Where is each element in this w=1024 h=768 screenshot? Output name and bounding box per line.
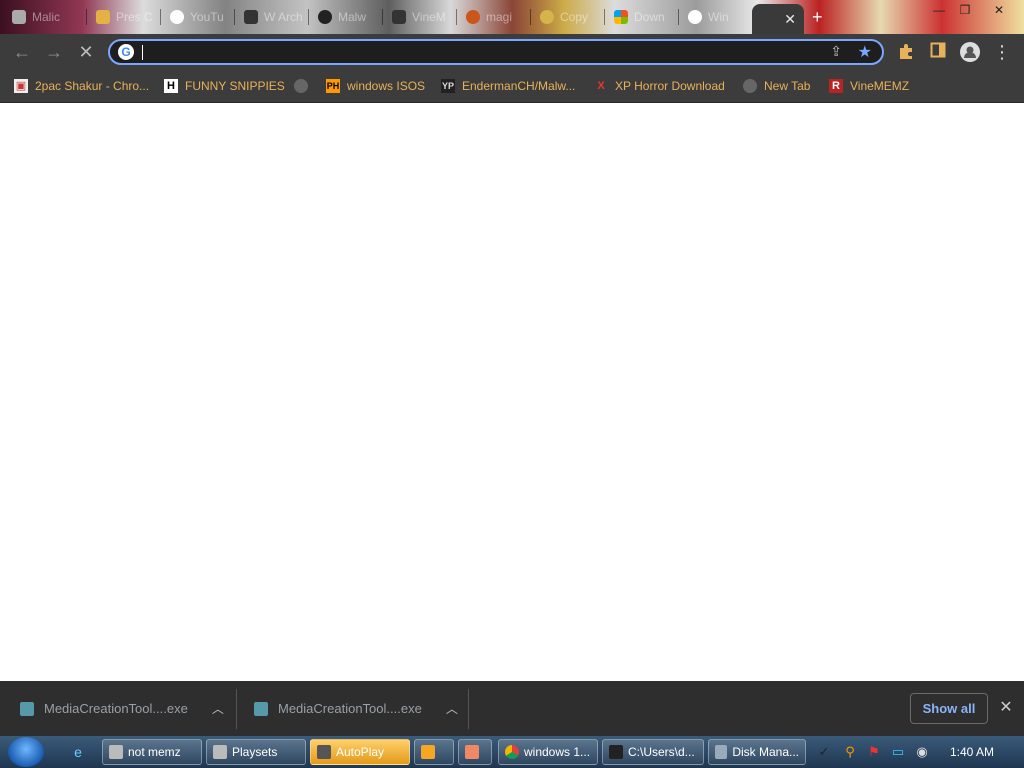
flag-icon[interactable]: ⚑: [866, 744, 882, 760]
divider: [468, 689, 469, 729]
tab-separator: [382, 9, 383, 25]
archive-icon: [244, 10, 258, 24]
app-icon: ▣: [14, 79, 28, 93]
back-button[interactable]: ←: [12, 42, 32, 62]
stop-button[interactable]: ✕: [76, 42, 96, 62]
bookmark-item[interactable]: H FUNNY SNIPPIES: [164, 76, 285, 96]
divider: [236, 689, 237, 729]
bookmarks-bar: ▣ 2pac Shakur - Chro... H FUNNY SNIPPIES…: [0, 70, 1024, 103]
chrome-icon: [505, 745, 519, 759]
omnibox[interactable]: G ⇪ ★: [108, 39, 884, 65]
google-icon: G: [118, 44, 134, 60]
active-tab[interactable]: ✕: [752, 4, 804, 34]
tab-separator: [530, 9, 531, 25]
minimize-button[interactable]: —: [928, 2, 950, 18]
tab-strip: Malic Pres C YouTu W Arch Malw VineM mag…: [0, 0, 1024, 34]
taskbar-item[interactable]: [458, 739, 492, 765]
taskbar-item[interactable]: Disk Mana...: [708, 739, 806, 765]
google-icon: [170, 10, 184, 24]
profile-icon[interactable]: [960, 42, 980, 62]
archive-icon: [392, 10, 406, 24]
search-icon[interactable]: ⚲: [842, 744, 858, 760]
tab-separator: [678, 9, 679, 25]
copy-icon: [540, 10, 554, 24]
app-icon: [109, 745, 123, 759]
chevron-up-icon[interactable]: ︿: [446, 700, 458, 717]
show-all-button[interactable]: Show all: [910, 693, 988, 724]
forward-button[interactable]: →: [44, 42, 64, 62]
clock[interactable]: 1:40 AM: [950, 745, 994, 759]
bookmark-item[interactable]: ▣ 2pac Shakur - Chro...: [14, 76, 149, 96]
bookmark-item[interactable]: [294, 76, 308, 96]
taskbar-item[interactable]: [414, 739, 454, 765]
tab-separator: [86, 9, 87, 25]
text-caret: [142, 45, 143, 60]
maximize-button[interactable]: ❐: [954, 2, 976, 18]
tab-separator: [308, 9, 309, 25]
bookmark-item[interactable]: YP EndermanCH/Malw...: [441, 76, 575, 96]
download-shelf: MediaCreationTool....exe ︿ MediaCreation…: [0, 681, 1024, 736]
page-content: [0, 103, 1024, 681]
x-icon: X: [597, 80, 605, 92]
github-icon: [318, 10, 332, 24]
tab-separator: [234, 9, 235, 25]
media-player-icon: [421, 745, 435, 759]
close-icon[interactable]: ✕: [998, 700, 1014, 716]
puzzle-icon[interactable]: [896, 42, 916, 62]
ie-icon[interactable]: e: [68, 742, 88, 762]
taskbar-item[interactable]: AutoPlay: [310, 739, 410, 765]
yp-icon: YP: [441, 79, 455, 93]
tab-separator: [160, 9, 161, 25]
h-icon: H: [164, 79, 178, 93]
autoplay-icon: [317, 745, 331, 759]
tab-separator: [456, 9, 457, 25]
menu-button[interactable]: ⋮: [992, 42, 1012, 62]
app-icon: [465, 745, 479, 759]
globe-icon: [743, 79, 757, 93]
disk-management-icon: [715, 745, 728, 759]
installer-icon: [20, 701, 34, 716]
share-icon[interactable]: ⇪: [830, 43, 842, 60]
close-tab-icon[interactable]: ✕: [784, 11, 796, 28]
gear-icon: [466, 10, 480, 24]
address-input[interactable]: [144, 43, 788, 63]
bookmark-item[interactable]: X XP Horror Download: [594, 76, 725, 96]
app-icon: [213, 745, 227, 759]
taskbar-item[interactable]: not memz: [102, 739, 202, 765]
taskbar-item[interactable]: windows 1...: [498, 739, 598, 765]
google-icon: [688, 10, 702, 24]
sidepanel-icon[interactable]: [928, 42, 948, 62]
taskbar: e not memz Playsets AutoPlay windows 1..…: [0, 736, 1024, 768]
taskbar-item[interactable]: C:\Users\d...: [602, 739, 704, 765]
cat-icon: [96, 10, 110, 24]
bookmark-item[interactable]: PH windows ISOS: [326, 76, 425, 96]
taskbar-item[interactable]: Playsets: [206, 739, 306, 765]
download-item[interactable]: MediaCreationTool....exe ︿: [254, 681, 458, 736]
close-window-button[interactable]: ✕: [988, 2, 1010, 18]
bookmark-item[interactable]: New Tab: [743, 76, 810, 96]
bookmark-star-icon[interactable]: ★: [858, 42, 872, 62]
ph-icon: PH: [326, 79, 340, 93]
new-tab-button[interactable]: +: [812, 8, 832, 28]
r-icon: R: [829, 79, 843, 93]
7zip-icon: [609, 745, 623, 759]
app-icon: [12, 10, 26, 24]
volume-icon[interactable]: ◉: [914, 744, 930, 760]
tray-icon[interactable]: ✓: [816, 744, 832, 760]
monitor-icon[interactable]: ▭: [890, 744, 906, 760]
start-button[interactable]: [8, 737, 44, 767]
globe-icon: [294, 79, 308, 93]
download-item[interactable]: MediaCreationTool....exe ︿: [20, 681, 224, 736]
microsoft-icon: [614, 10, 628, 24]
chevron-up-icon[interactable]: ︿: [212, 700, 224, 717]
bookmark-item[interactable]: R VineMEMZ: [829, 76, 909, 96]
installer-icon: [254, 701, 268, 716]
tab-separator: [604, 9, 605, 25]
